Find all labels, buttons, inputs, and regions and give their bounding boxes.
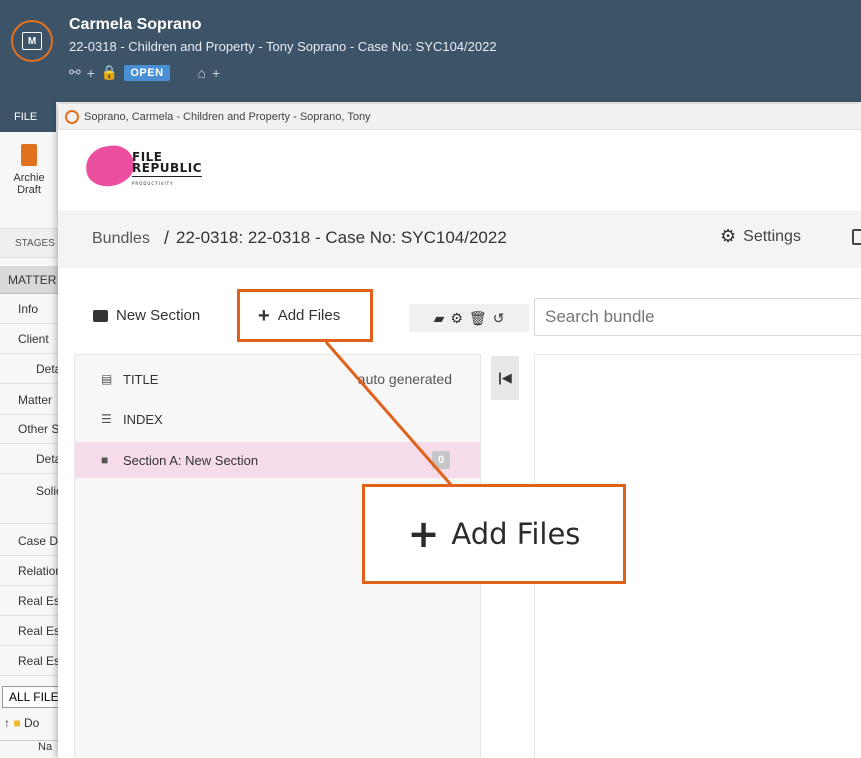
add-files-callout: + Add Files bbox=[362, 484, 626, 584]
callout-label: Add Files bbox=[451, 517, 581, 551]
callout-line bbox=[324, 341, 454, 487]
callout-connector bbox=[324, 341, 454, 487]
plus-icon: + bbox=[407, 512, 440, 556]
add-files-highlight bbox=[237, 289, 373, 342]
